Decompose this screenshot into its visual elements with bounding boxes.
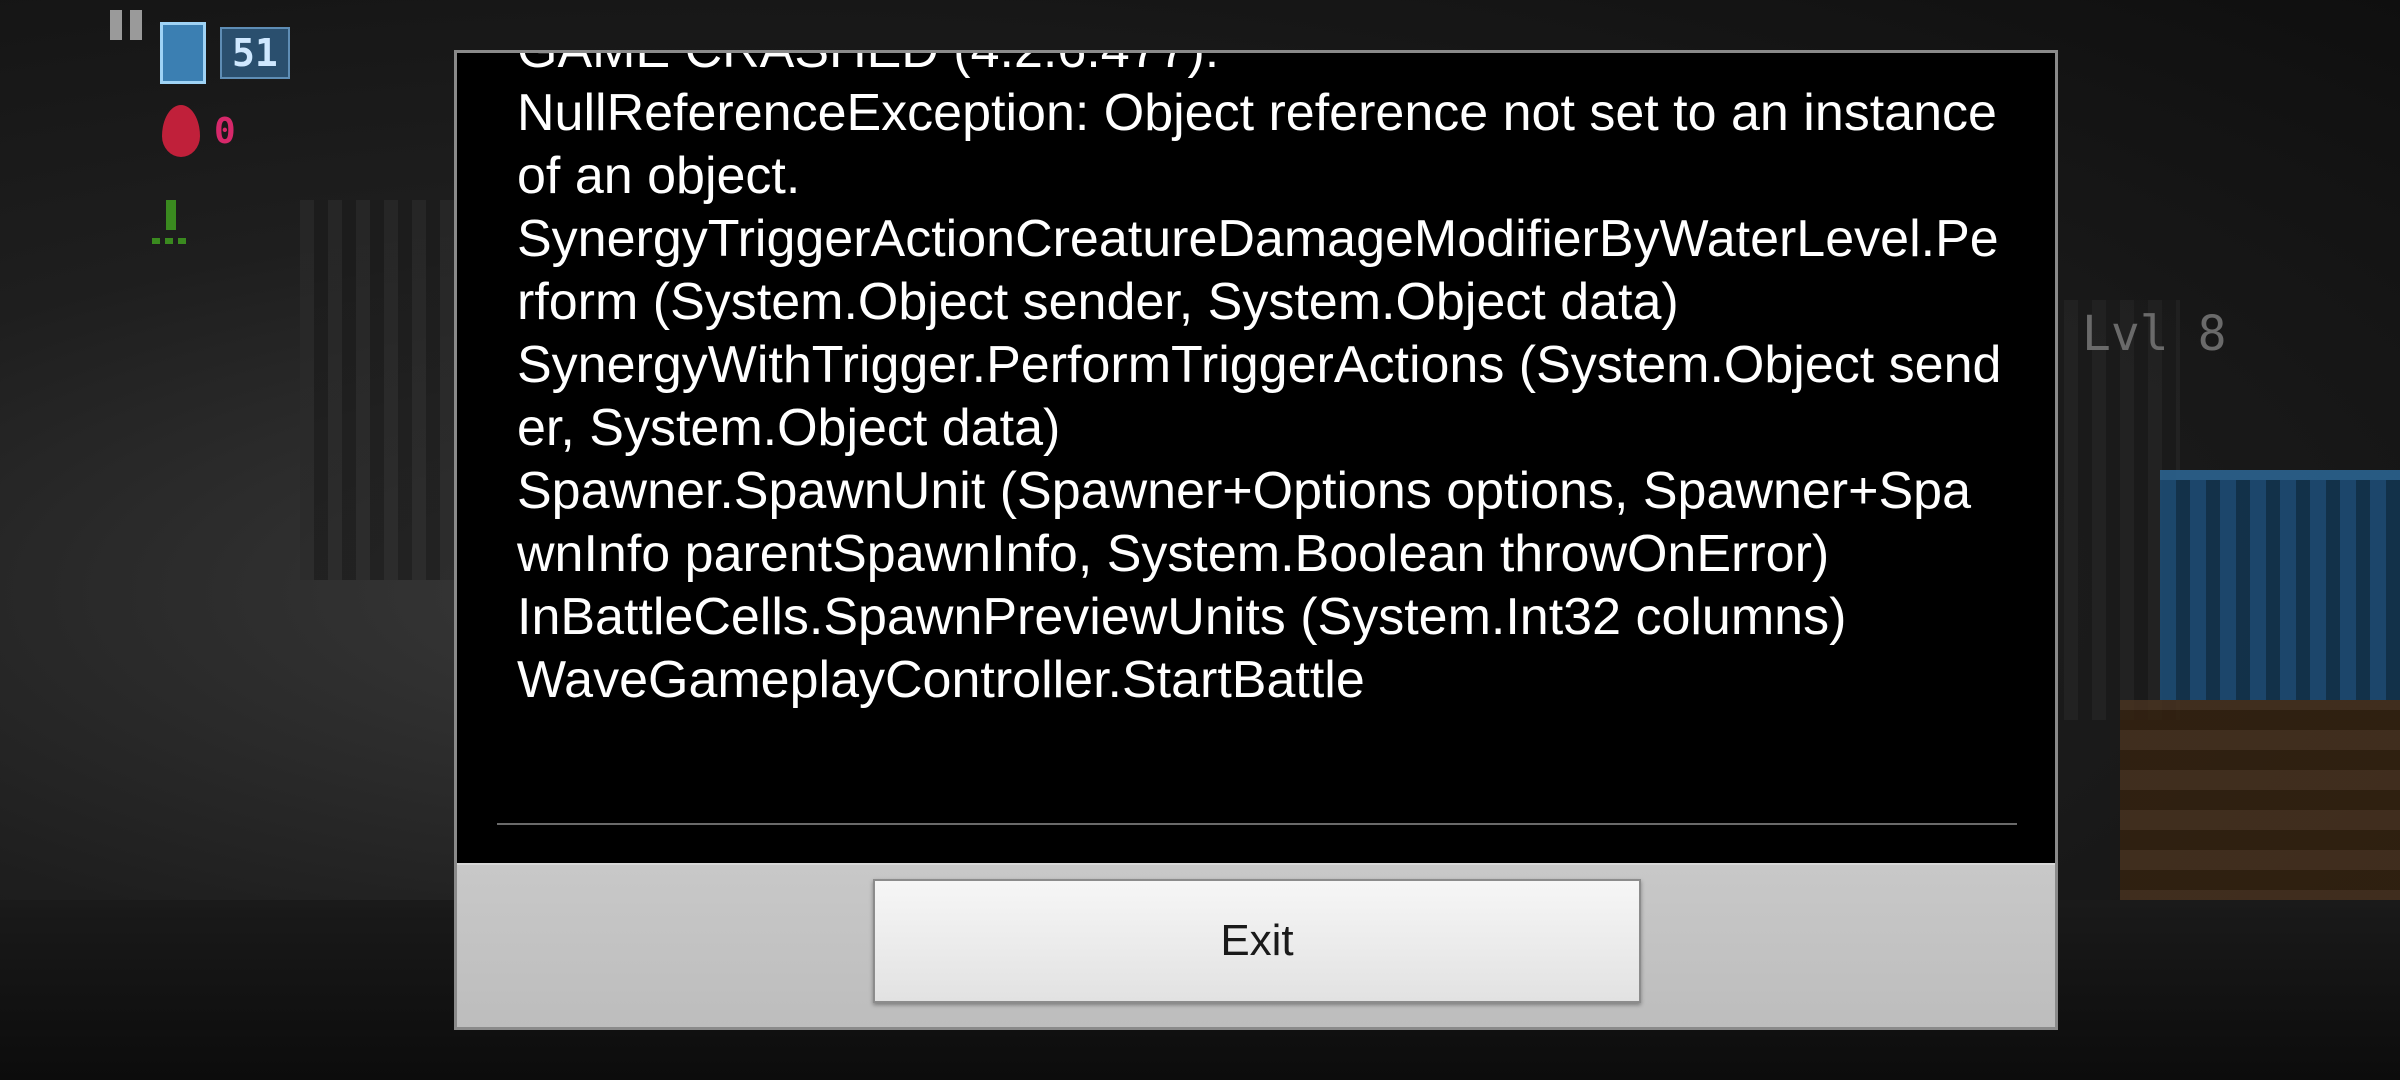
- crash-log-line: InBattleCells.SpawnPreviewUnits (System.…: [517, 588, 1847, 646]
- button-bar: Exit: [457, 863, 2055, 1027]
- crash-log-line: WaveGameplayController.StartBattle: [517, 651, 1365, 709]
- crash-log-line: GAME CRASHED (4.2.6.477):: [517, 53, 2007, 82]
- cards-count: 51: [220, 27, 290, 79]
- level-label: Lvl 8: [2082, 306, 2227, 362]
- blood-drop-icon: [162, 105, 200, 157]
- divider: [497, 823, 2017, 825]
- blood-count: 0: [214, 110, 236, 152]
- crash-dialog: GAME CRASHED (4.2.6.477):NullReferenceEx…: [454, 50, 2058, 1030]
- hud-blood: 0: [162, 105, 236, 157]
- crash-log-line: Spawner.SpawnUnit (Spawner+Options optio…: [517, 462, 1971, 583]
- pause-icon[interactable]: [110, 10, 144, 40]
- crash-log-line: SynergyTriggerActionCreatureDamageModifi…: [517, 210, 1999, 331]
- crash-log: GAME CRASHED (4.2.6.477):NullReferenceEx…: [517, 53, 2007, 712]
- game-scene: 51 0 Lvl 8 GAME CRASHED (4.2.6.477):Null…: [0, 0, 2400, 1080]
- hud-cards: 51: [160, 22, 290, 84]
- background-container: [2160, 470, 2400, 700]
- crash-log-scroll[interactable]: GAME CRASHED (4.2.6.477):NullReferenceEx…: [497, 53, 2007, 823]
- cards-icon: [160, 22, 206, 84]
- exit-button[interactable]: Exit: [873, 879, 1641, 1003]
- hud-plant: [152, 196, 190, 248]
- crash-log-line: SynergyWithTrigger.PerformTriggerActions…: [517, 336, 2002, 457]
- crash-log-line: NullReferenceException: Object reference…: [517, 84, 1997, 205]
- cactus-icon: [152, 196, 190, 248]
